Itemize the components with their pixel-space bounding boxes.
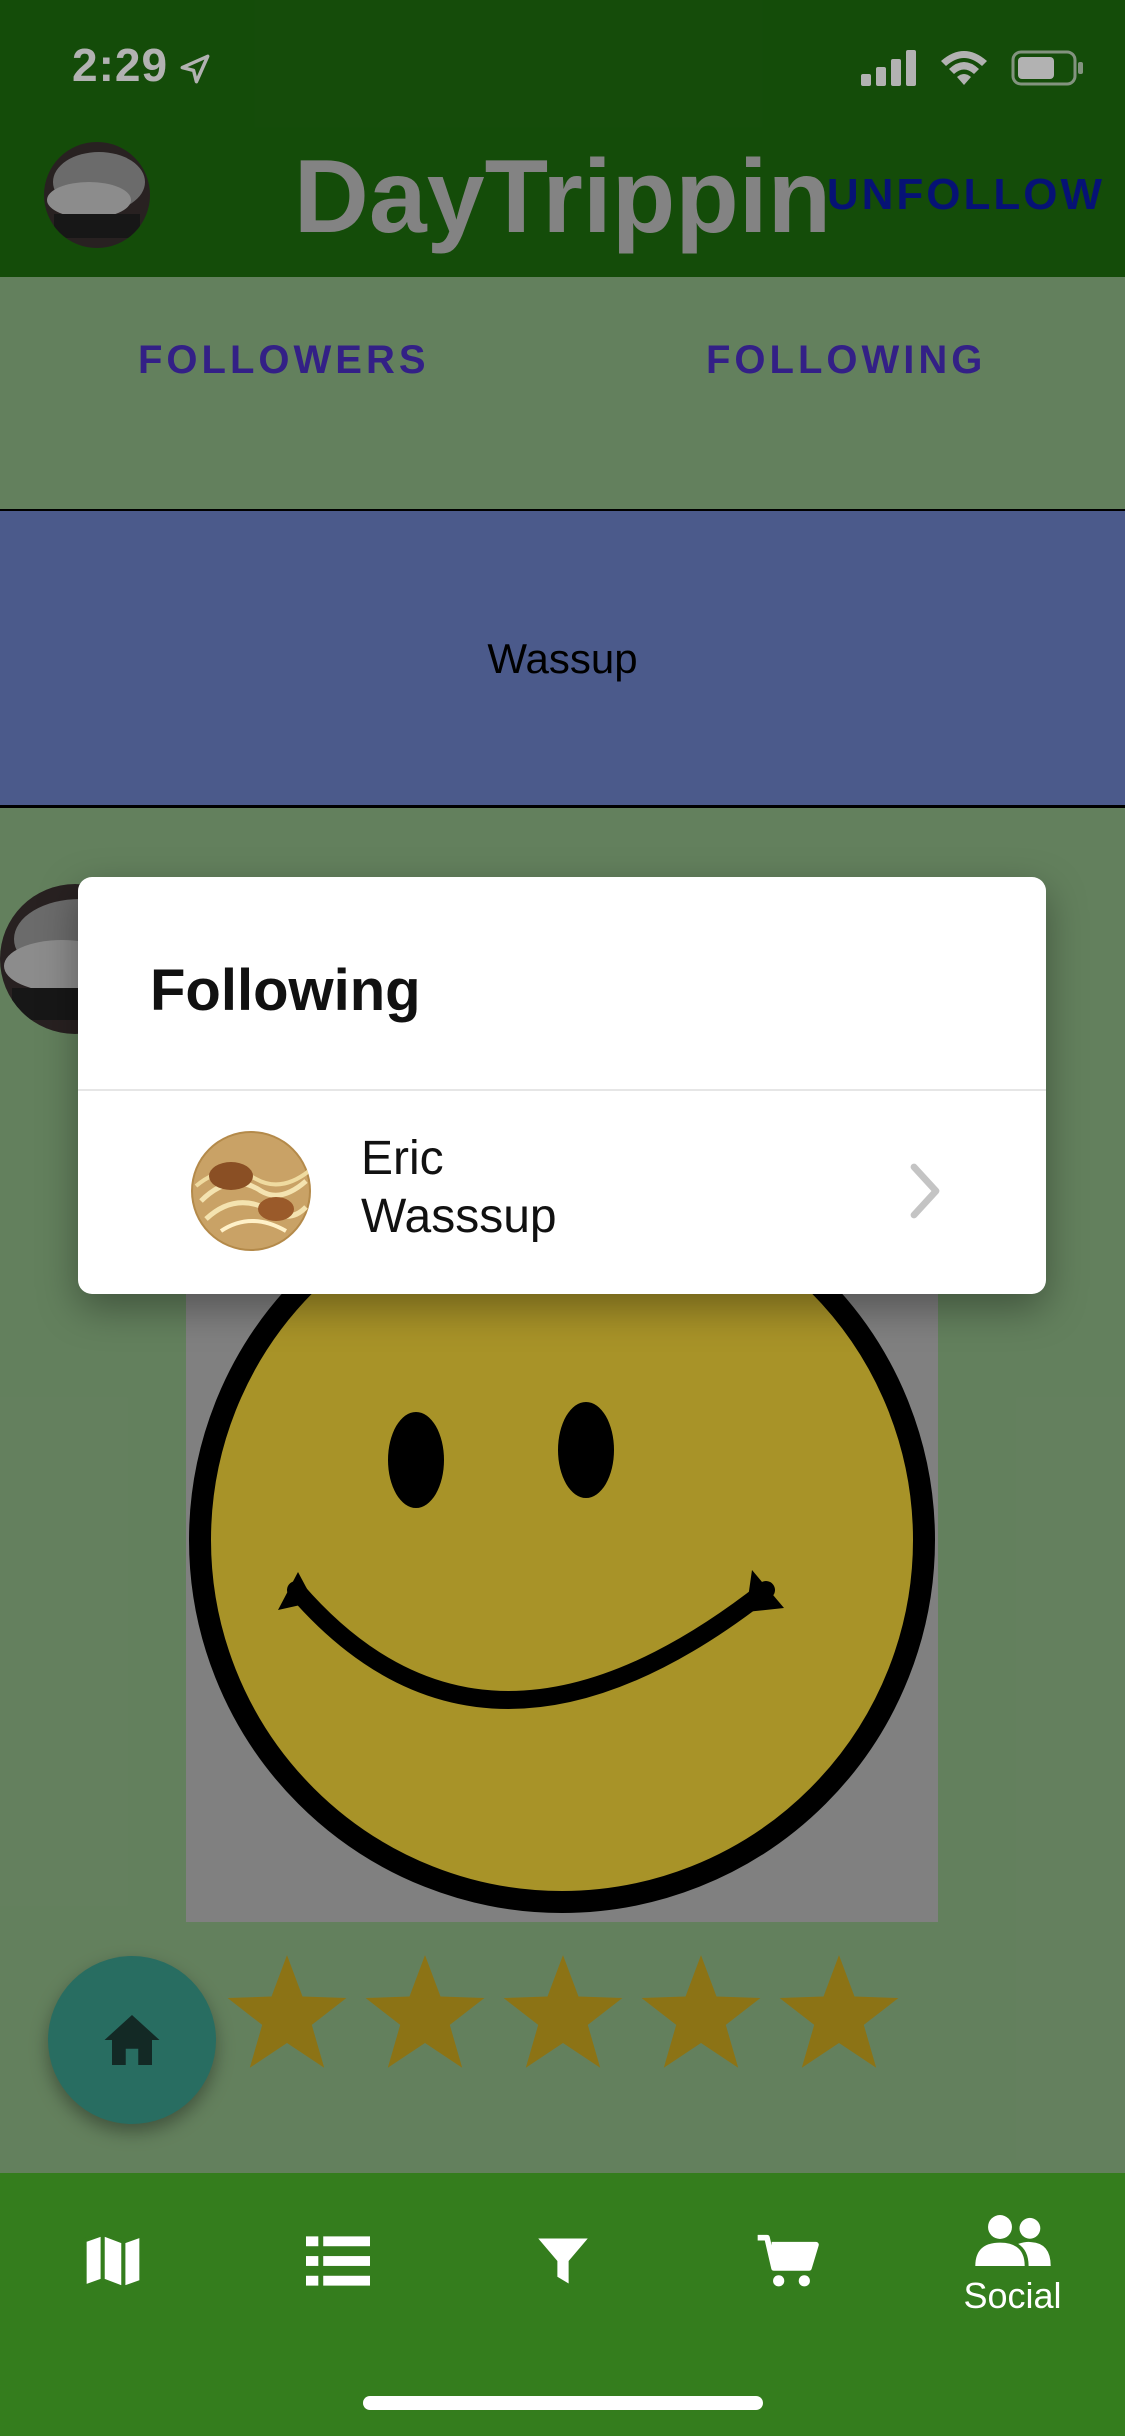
filter-icon (537, 2238, 588, 2284)
avatar (191, 1131, 311, 1251)
cart-icon (757, 2234, 819, 2287)
item-name: Eric (361, 1132, 444, 1185)
nav-label-social: Social (963, 2275, 1062, 2316)
following-dialog: Following Eric Wasssup (78, 877, 1046, 1294)
chevron-right-icon (910, 1163, 940, 1219)
dialog-title: Following (150, 958, 421, 1023)
people-icon (974, 2215, 1051, 2266)
map-icon (82, 2231, 143, 2291)
nav-item-map[interactable] (0, 2190, 225, 2340)
nav-item-filter[interactable] (450, 2190, 675, 2340)
item-subtitle: Wasssup (361, 1190, 557, 1243)
nav-item-social[interactable]: Social (900, 2190, 1125, 2340)
nav-item-cart[interactable] (675, 2190, 900, 2340)
nav-item-list[interactable] (225, 2190, 450, 2340)
list-icon (305, 2236, 370, 2286)
home-indicator[interactable] (363, 2396, 763, 2410)
list-item[interactable]: Eric Wasssup (78, 1091, 1046, 1294)
